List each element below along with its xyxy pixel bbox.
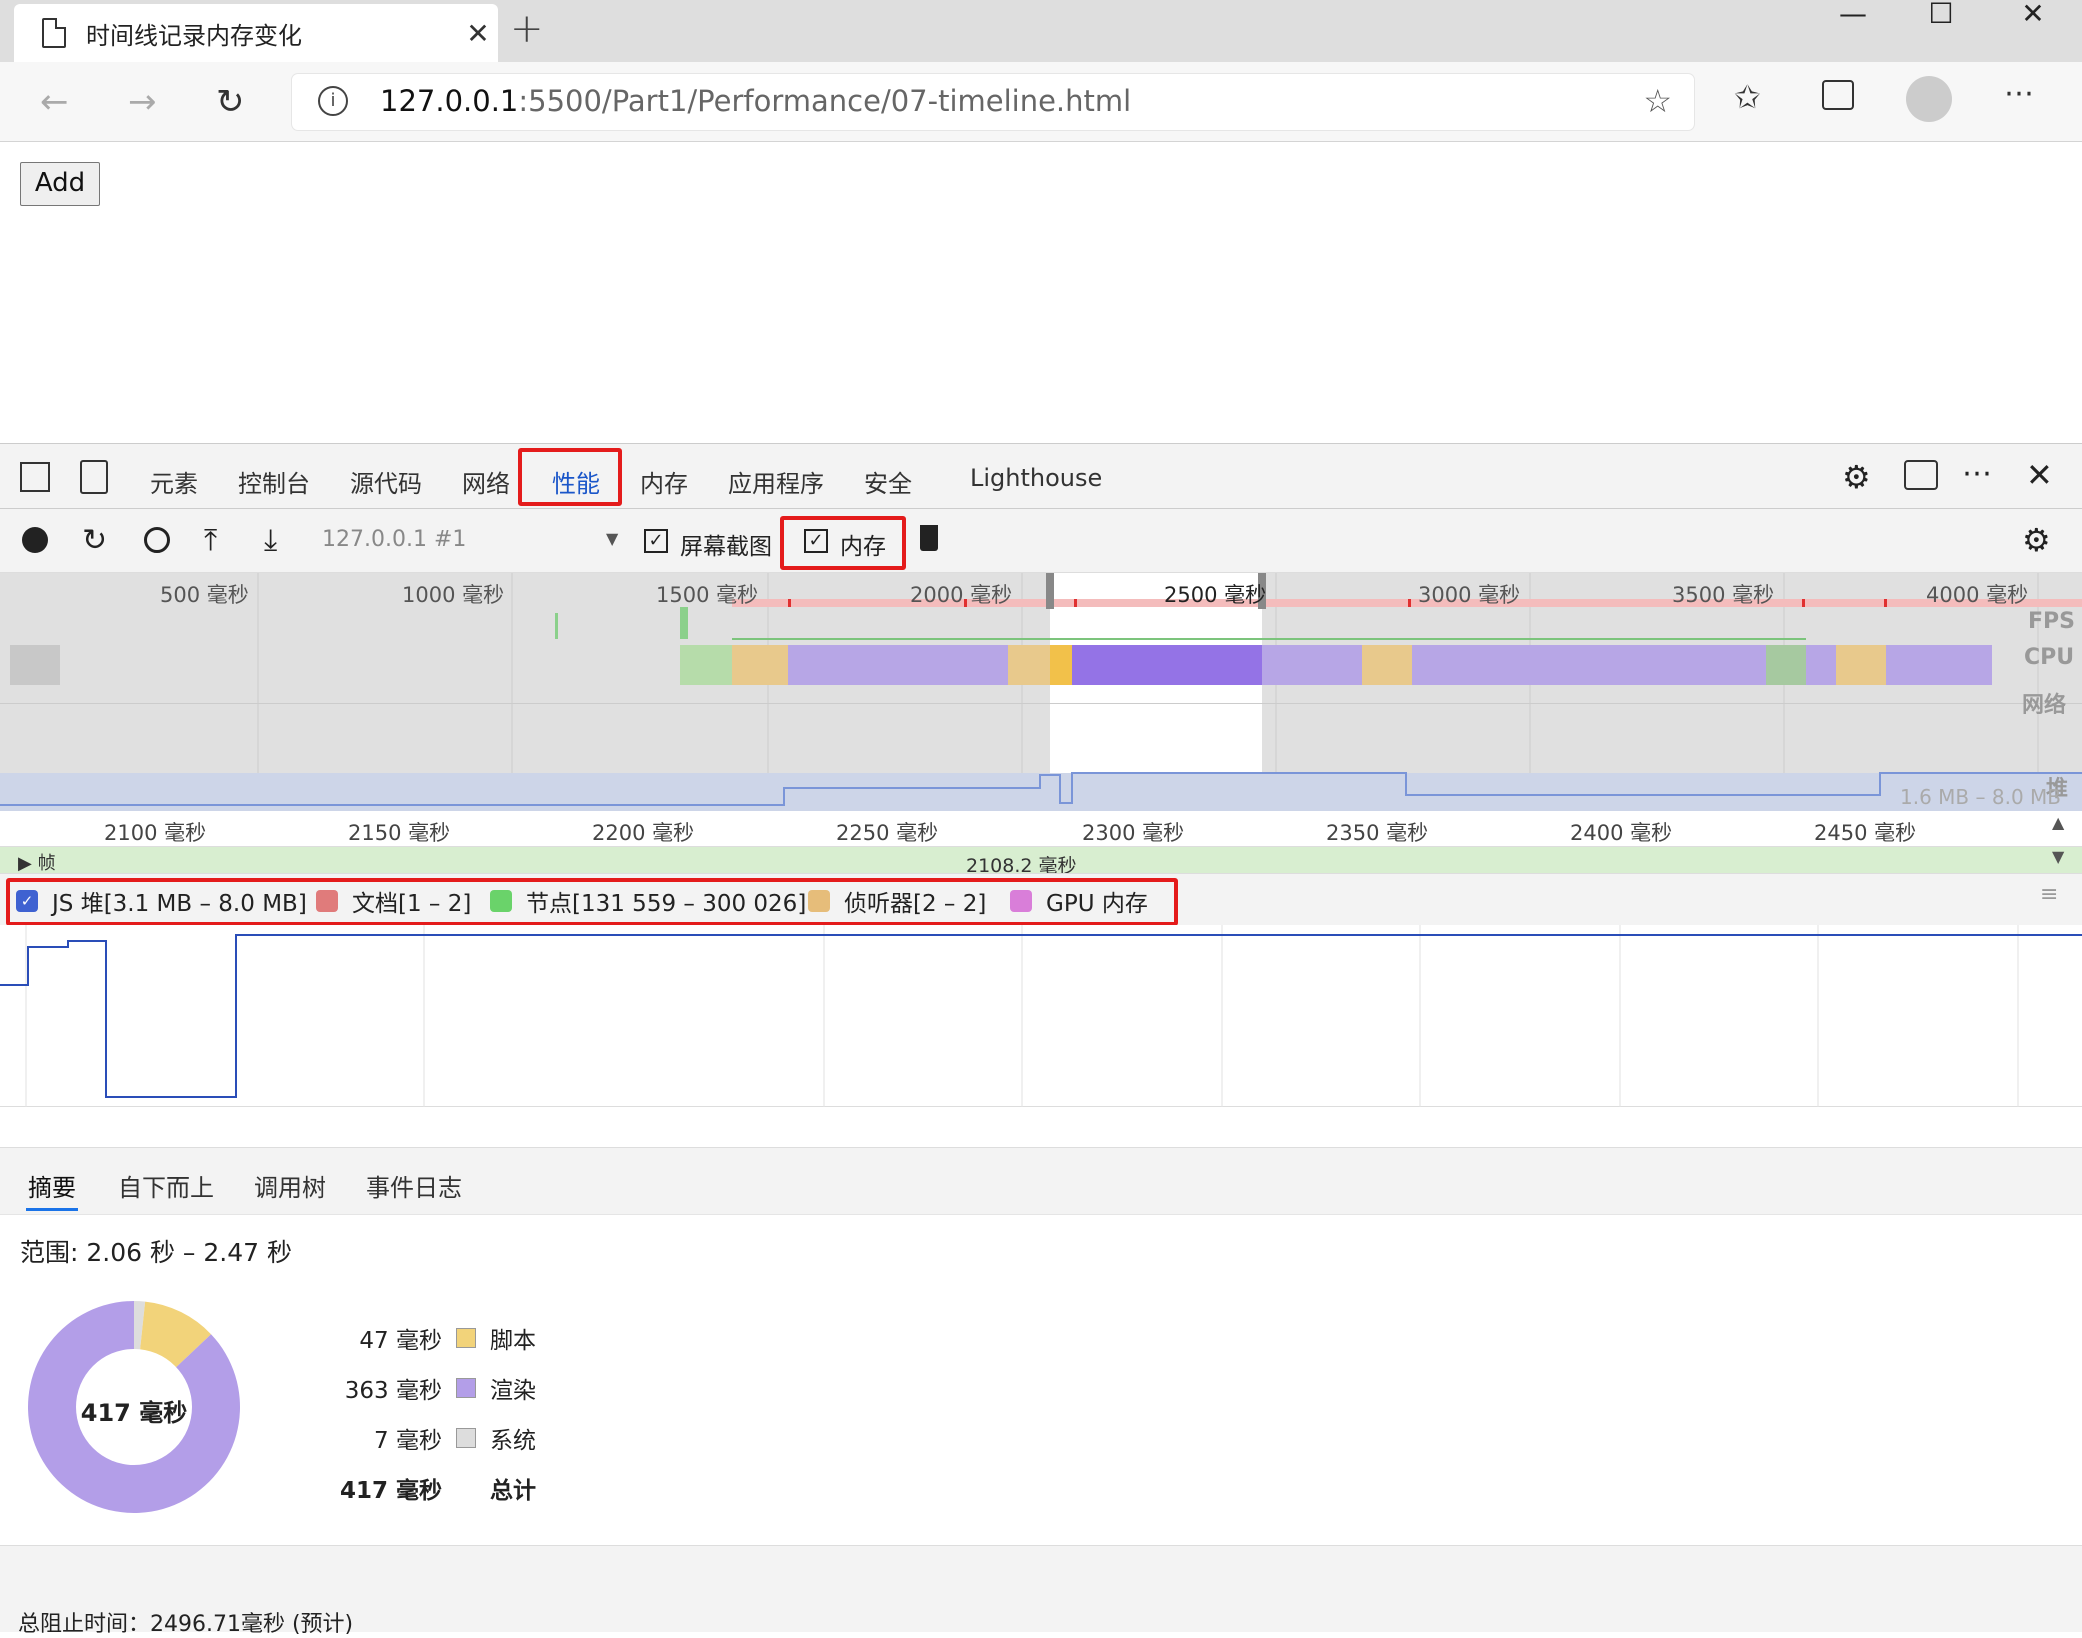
frames-track[interactable]: ▶ 帧 2108.2 毫秒 ▼: [0, 847, 2082, 877]
tab-console[interactable]: 控制台: [238, 464, 310, 499]
trash-icon[interactable]: [920, 525, 938, 551]
refresh-icon[interactable]: ↻: [216, 82, 245, 122]
tab-event-log[interactable]: 事件日志: [366, 1168, 462, 1203]
fps-label: FPS: [2028, 609, 2075, 634]
back-icon[interactable]: ←: [40, 82, 69, 122]
target-dropdown-icon[interactable]: ▼: [606, 529, 618, 548]
summary-row-total: 417 毫秒 总计: [339, 1478, 536, 1504]
capture-settings-icon[interactable]: ⚙: [2022, 521, 2051, 559]
profile-avatar[interactable]: [1906, 76, 1952, 122]
performance-toolbar: ↻ ⤒ ⤓ 127.0.0.1 #1 ▼ ✓ 屏幕截图 ✓ 内存 ⚙: [0, 509, 2082, 573]
summary-row-rendering: 363 毫秒 渲染: [344, 1378, 536, 1404]
scroll-up-icon[interactable]: ▲: [2052, 813, 2064, 832]
ruler-tick: 2350 毫秒: [1326, 821, 1429, 845]
tab-memory[interactable]: 内存: [640, 464, 688, 499]
download-icon[interactable]: ⤓: [264, 523, 277, 558]
ruler-tick: 2250 毫秒: [836, 821, 939, 845]
address-bar-row: ← → ↻ i 127.0.0.1:5500/Part1/Performance…: [0, 62, 2082, 142]
inspect-element-icon[interactable]: [20, 462, 50, 492]
tab-bottom-up[interactable]: 自下而上: [118, 1168, 214, 1203]
page-content: Add: [0, 142, 2082, 442]
screenshots-label: 屏幕截图: [680, 534, 772, 560]
ruler-tick: 2300 毫秒: [1082, 821, 1185, 845]
device-toolbar-icon[interactable]: [80, 460, 108, 494]
detail-ruler: 2100 毫秒 2150 毫秒 2200 毫秒 2250 毫秒 2300 毫秒 …: [0, 811, 2082, 847]
legend-menu-icon[interactable]: ≡: [2040, 882, 2058, 907]
tab-sources[interactable]: 源代码: [350, 464, 422, 499]
ruler-tick: 2400 毫秒: [1570, 821, 1673, 845]
tab-application[interactable]: 应用程序: [728, 464, 824, 499]
cpu-label: CPU: [2024, 645, 2075, 670]
details-tab-bar: 摘要 自下而上 调用树 事件日志: [0, 1147, 2082, 1215]
overview-tick: 4000 毫秒: [1926, 583, 2029, 607]
devtools-close-icon[interactable]: ✕: [2026, 456, 2053, 494]
overview-tick: 1000 毫秒: [402, 583, 505, 607]
overview-tick: 2500 毫秒: [1164, 583, 1267, 607]
frames-track-label: ▶ 帧: [18, 853, 56, 874]
settings-gear-icon[interactable]: ⚙: [1842, 458, 1871, 496]
browser-tab-bar: 时间线记录内存变化 ✕ + — ☐ ✕: [0, 0, 2082, 62]
summary-range: 范围: 2.06 秒 – 2.47 秒: [20, 1238, 292, 1267]
ruler-tick: 2200 毫秒: [592, 821, 695, 845]
forward-icon[interactable]: →: [128, 82, 157, 122]
network-label: 网络: [2022, 693, 2067, 718]
overview-tick: 500 毫秒: [160, 583, 249, 607]
document-icon: [42, 18, 66, 48]
highlight-memory-legend: [6, 878, 1178, 926]
tab-call-tree[interactable]: 调用树: [254, 1168, 326, 1203]
add-button[interactable]: Add: [20, 162, 100, 206]
donut-total: 417 毫秒: [80, 1399, 188, 1427]
target-select[interactable]: 127.0.0.1 #1: [322, 527, 466, 552]
info-icon[interactable]: i: [318, 86, 348, 116]
upload-icon[interactable]: ⤒: [204, 523, 217, 558]
timeline-overview[interactable]: 500 毫秒 1000 毫秒 1500 毫秒 2000 毫秒 2500 毫秒 3…: [0, 573, 2082, 811]
more-icon[interactable]: ⋯: [2004, 76, 2034, 111]
status-footer: 总阻止时间：2496.71毫秒 (预计): [0, 1545, 2082, 1637]
tab-security[interactable]: 安全: [864, 464, 912, 499]
ruler-tick: 2150 毫秒: [348, 821, 451, 845]
window-close-icon[interactable]: ✕: [1988, 0, 2078, 30]
url-text: 127.0.0.1:5500/Part1/Performance/07-time…: [380, 84, 1132, 118]
overview-tick: 3000 毫秒: [1418, 583, 1521, 607]
memory-graph: [0, 925, 2082, 1107]
js-heap-line: [0, 925, 2082, 1107]
url-field[interactable]: i 127.0.0.1:5500/Part1/Performance/07-ti…: [292, 74, 1694, 130]
heap-range: 1.6 MB – 8.0 MB: [1900, 785, 2061, 809]
active-details-tab-indicator: [26, 1208, 78, 1211]
devtools-more-icon[interactable]: ⋯: [1962, 456, 1992, 491]
tab-summary[interactable]: 摘要: [28, 1168, 76, 1203]
scroll-down-icon[interactable]: ▼: [2052, 847, 2064, 866]
summary-row-scripting: 47 毫秒 脚本: [359, 1328, 536, 1354]
overview-tick: 3500 毫秒: [1672, 583, 1775, 607]
screenshots-checkbox[interactable]: ✓: [644, 529, 668, 553]
record-icon[interactable]: [22, 527, 48, 553]
reload-record-icon[interactable]: ↻: [82, 523, 107, 558]
favorite-star-icon[interactable]: ☆: [1643, 82, 1672, 120]
highlight-performance-tab: [518, 448, 622, 506]
minimize-icon[interactable]: —: [1808, 0, 1898, 30]
devtools-tab-bar: 元素 控制台 源代码 网络 性能 内存 应用程序 安全 Lighthouse ⚙…: [0, 443, 2082, 509]
tab-network[interactable]: 网络: [462, 464, 510, 499]
close-tab-icon[interactable]: ✕: [458, 17, 498, 50]
highlight-memory-checkbox: [780, 516, 906, 570]
memory-legend: ✓ JS 堆[3.1 MB – 8.0 MB] 文档[1 – 2] 节点[131 …: [0, 873, 2082, 926]
overview-tick: 2000 毫秒: [910, 583, 1013, 607]
maximize-icon[interactable]: ☐: [1896, 0, 1986, 30]
feedback-icon[interactable]: [1904, 460, 1938, 490]
summary-row-system: 7 毫秒 系统: [374, 1428, 536, 1454]
clear-icon[interactable]: [144, 527, 170, 553]
ruler-tick: 2100 毫秒: [104, 821, 207, 845]
total-blocking-time: 总阻止时间：2496.71毫秒 (预计): [18, 1612, 354, 1637]
favorites-icon[interactable]: ✩: [1734, 78, 1761, 116]
ruler-tick: 2450 毫秒: [1814, 821, 1917, 845]
overview-tick: 1500 毫秒: [656, 583, 759, 607]
tab-elements[interactable]: 元素: [150, 464, 198, 499]
new-tab-icon[interactable]: +: [510, 6, 544, 52]
tab-title: 时间线记录内存变化: [86, 21, 302, 50]
summary-panel: 范围: 2.06 秒 – 2.47 秒 417 毫秒 47 毫秒 脚本 363 毫…: [0, 1215, 2082, 1545]
browser-tab[interactable]: 时间线记录内存变化 ✕: [14, 4, 498, 62]
collections-icon[interactable]: [1822, 80, 1854, 110]
tab-lighthouse[interactable]: Lighthouse: [970, 464, 1102, 492]
